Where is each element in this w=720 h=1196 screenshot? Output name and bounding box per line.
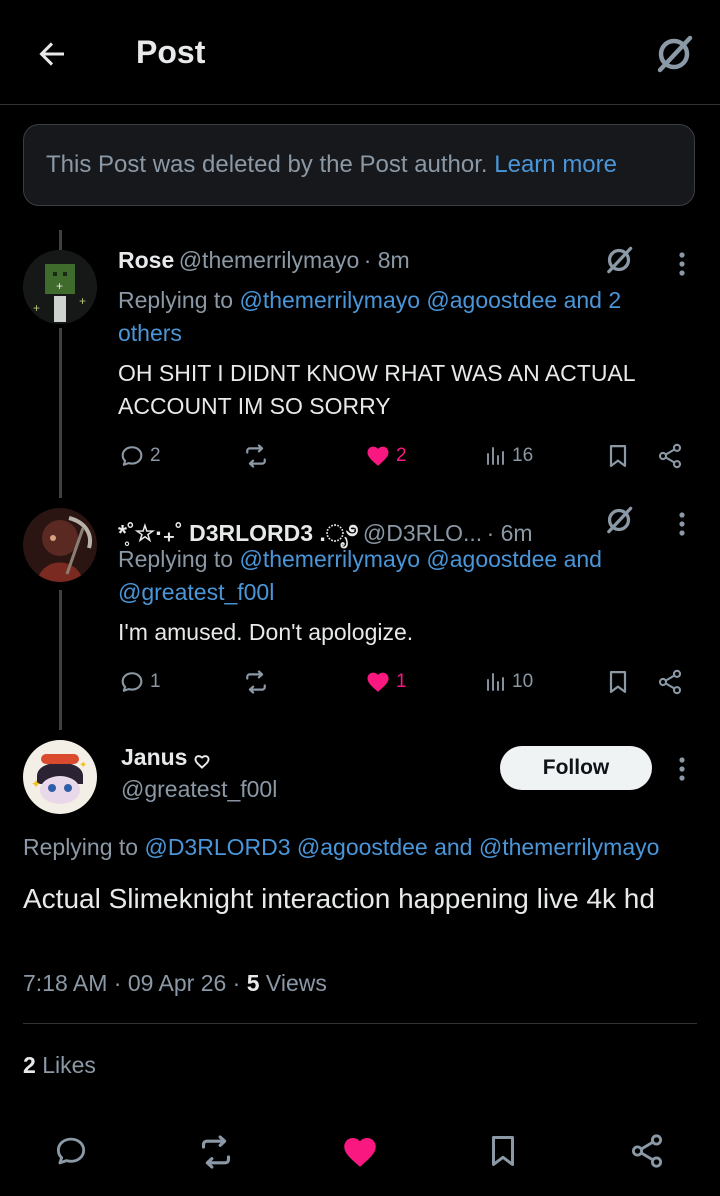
share-icon [658,669,682,695]
views-chart-icon [487,673,504,691]
comment-icon [121,446,143,466]
arrow-left-icon [39,42,64,66]
reply-text: OH SHIT I DIDNT KNOW RHAT WAS AN ACTUAL … [118,360,636,419]
replying-to: Replying to @D3RLORD3 @agoostdee and @th… [23,834,660,860]
follow-button[interactable]: Follow [500,746,652,790]
grok-button[interactable] [603,244,635,276]
bookmark-icon [609,670,627,694]
bookmark-icon [609,444,627,468]
back-button[interactable] [34,36,70,72]
repost-icon [246,670,266,694]
svg-text:+: + [79,294,86,308]
mention-link[interactable]: @themerrilymayo @agoostdee and 2 [239,287,621,313]
svg-text:✦: ✦ [31,777,41,791]
avatar[interactable] [23,508,97,582]
grok-button[interactable] [603,504,635,536]
more-vertical-icon [679,512,685,536]
more-button[interactable] [670,510,694,538]
heart-outline-icon [194,754,210,769]
reply-action[interactable]: 2 [118,442,161,470]
post-meta: 7:18 AM · 09 Apr 26 · 5 Views [23,970,327,997]
grok-icon [607,506,633,534]
likes-label: Likes [42,1052,96,1078]
reply-text: I'm amused. Don't apologize. [118,619,414,645]
repost-action[interactable] [242,442,270,470]
learn-more-link[interactable]: Learn more [494,151,617,178]
avatar[interactable]: + + + [23,250,97,324]
avatar-image: + + + [23,250,97,324]
reply-action[interactable]: 1 [118,668,161,696]
grok-button[interactable] [652,32,696,76]
reply-header: Rose @themerrilymayo · 8m [118,247,410,274]
avatar-image [23,508,97,582]
likes-summary[interactable]: 2 Likes [23,1052,96,1079]
avatar-image: ✦ ✦ [23,740,97,814]
views-chart-icon [487,447,504,465]
thread-line [59,230,62,250]
svg-text:+: + [56,279,63,293]
post-text: Actual Slimeknight interaction happening… [23,883,655,914]
like-action[interactable]: 2 [364,442,407,470]
like-action[interactable]: 1 [364,668,407,696]
bookmark-icon [491,1136,515,1166]
share-icon [658,443,682,469]
heart-filled-icon [367,446,389,466]
deleted-notice-text: This Post was deleted by the Post author… [46,151,617,178]
more-button[interactable] [670,755,694,783]
heart-filled-icon [367,672,389,692]
thread-line [59,590,62,730]
more-button[interactable] [670,250,694,278]
page-title: Post [136,34,206,70]
mention-link[interactable]: @greatest_f00l [118,579,274,605]
bookmark-button[interactable] [484,1132,522,1170]
reply-button[interactable] [52,1132,90,1170]
author-handle[interactable]: @themerrilymayo [179,247,360,273]
replying-to: Replying to @themerrilymayo @agoostdee a… [118,546,602,605]
views-action[interactable]: 10 [484,668,533,696]
replying-to: Replying to @themerrilymayo @agoostdee a… [118,287,622,346]
heart-filled-icon [344,1138,376,1167]
repost-action[interactable] [242,668,270,696]
comment-icon [56,1137,86,1165]
share-button[interactable] [628,1132,666,1170]
author-name[interactable]: Rose [118,247,174,273]
post-timestamp[interactable]: 7:18 AM · 09 Apr 26 · [23,970,240,996]
author-handle[interactable]: @greatest_f00l [121,776,277,803]
author-name[interactable]: Janus [121,744,187,770]
avatar[interactable]: ✦ ✦ [23,740,97,814]
mention-link[interactable]: @D3RLORD3 @agoostdee and @themerrilymayo [144,834,659,860]
share-button[interactable] [656,442,684,470]
grok-icon [657,35,693,73]
main-author: Janus [121,744,212,771]
more-vertical-icon [679,757,685,781]
likes-count: 2 [23,1052,36,1078]
svg-text:✦: ✦ [79,760,87,771]
more-vertical-icon [679,252,685,276]
divider [23,1023,697,1024]
deleted-notice: This Post was deleted by the Post author… [23,124,695,206]
share-button[interactable] [656,668,684,696]
thread-line [59,328,62,498]
views-label: Views [265,970,327,996]
repost-icon [201,1135,231,1169]
comment-icon [121,672,143,692]
mention-link[interactable]: @themerrilymayo @agoostdee and [239,546,602,572]
post-time: · 8m [363,247,410,273]
views-action[interactable]: 16 [484,442,533,470]
repost-icon [246,444,266,468]
share-icon [631,1134,663,1168]
grok-icon [607,246,633,274]
svg-text:+: + [33,301,40,315]
like-button[interactable] [339,1131,381,1173]
header-divider [0,104,720,105]
views-count: 5 [246,970,260,996]
bookmark-button[interactable] [604,442,632,470]
bookmark-button[interactable] [604,668,632,696]
mention-link[interactable]: others [118,320,182,346]
repost-button[interactable] [196,1132,236,1172]
